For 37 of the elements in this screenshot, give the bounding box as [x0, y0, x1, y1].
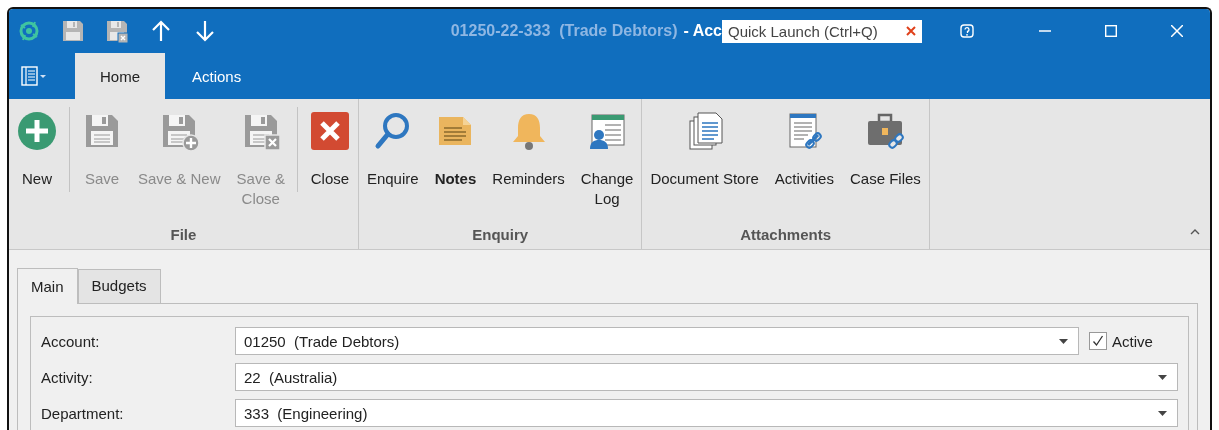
dropdown-field[interactable]: 333 (Engineering) [235, 399, 1178, 427]
ribbon-button[interactable]: Document Store [642, 107, 767, 226]
ribbon-button[interactable]: Close [301, 107, 358, 226]
checkbox[interactable] [1089, 332, 1107, 350]
checkmark-icon [1091, 334, 1105, 348]
form-tab[interactable]: Main [17, 268, 78, 304]
menu-icon[interactable] [21, 65, 47, 87]
ribbon-button[interactable]: Case Files [841, 107, 929, 226]
dropdown-arrow-icon [1158, 374, 1167, 380]
quick-launch-field[interactable]: Quick Launch (Ctrl+Q) [722, 19, 922, 43]
down-arrow-icon[interactable] [193, 19, 217, 43]
ribbon-tab[interactable]: Home [75, 53, 165, 99]
dropdown-arrow-icon [1158, 410, 1167, 416]
dropdown-field[interactable]: 01250 (Trade Debtors) [235, 327, 1079, 355]
field-label: Activity: [41, 368, 94, 386]
group-label: Enquiry [471, 226, 530, 245]
window-title-suffix: - Acc [683, 22, 722, 39]
clear-icon[interactable] [906, 26, 916, 36]
field-label: Account: [41, 332, 101, 350]
ribbon-button[interactable]: Reminders [484, 107, 573, 226]
swirl-logo-icon[interactable] [17, 19, 41, 43]
form-tab[interactable]: Budgets [77, 269, 161, 303]
dropdown-arrow-icon [1059, 338, 1068, 344]
group-label: Attachments [739, 226, 833, 245]
dropdown-field[interactable]: 22 (Australia) [235, 363, 1178, 391]
ribbon-button[interactable]: Change Log [572, 107, 642, 226]
checkbox-label: Active [1112, 332, 1153, 350]
field-label: Department: [41, 404, 125, 422]
collapse-icon[interactable] [1190, 229, 1200, 235]
floppy-disk-x-icon[interactable] [105, 19, 129, 43]
ribbon-button[interactable]: Notes [426, 107, 485, 226]
ribbon-tab[interactable]: Actions [167, 53, 267, 99]
window-title: 01250-22-333 (Trade Debtors) [450, 22, 678, 39]
ribbon-button[interactable]: Activities [766, 107, 842, 226]
ribbon-button[interactable]: New [9, 107, 65, 226]
group-label: File [169, 226, 198, 245]
ribbon-button[interactable]: Enquire [358, 107, 427, 226]
